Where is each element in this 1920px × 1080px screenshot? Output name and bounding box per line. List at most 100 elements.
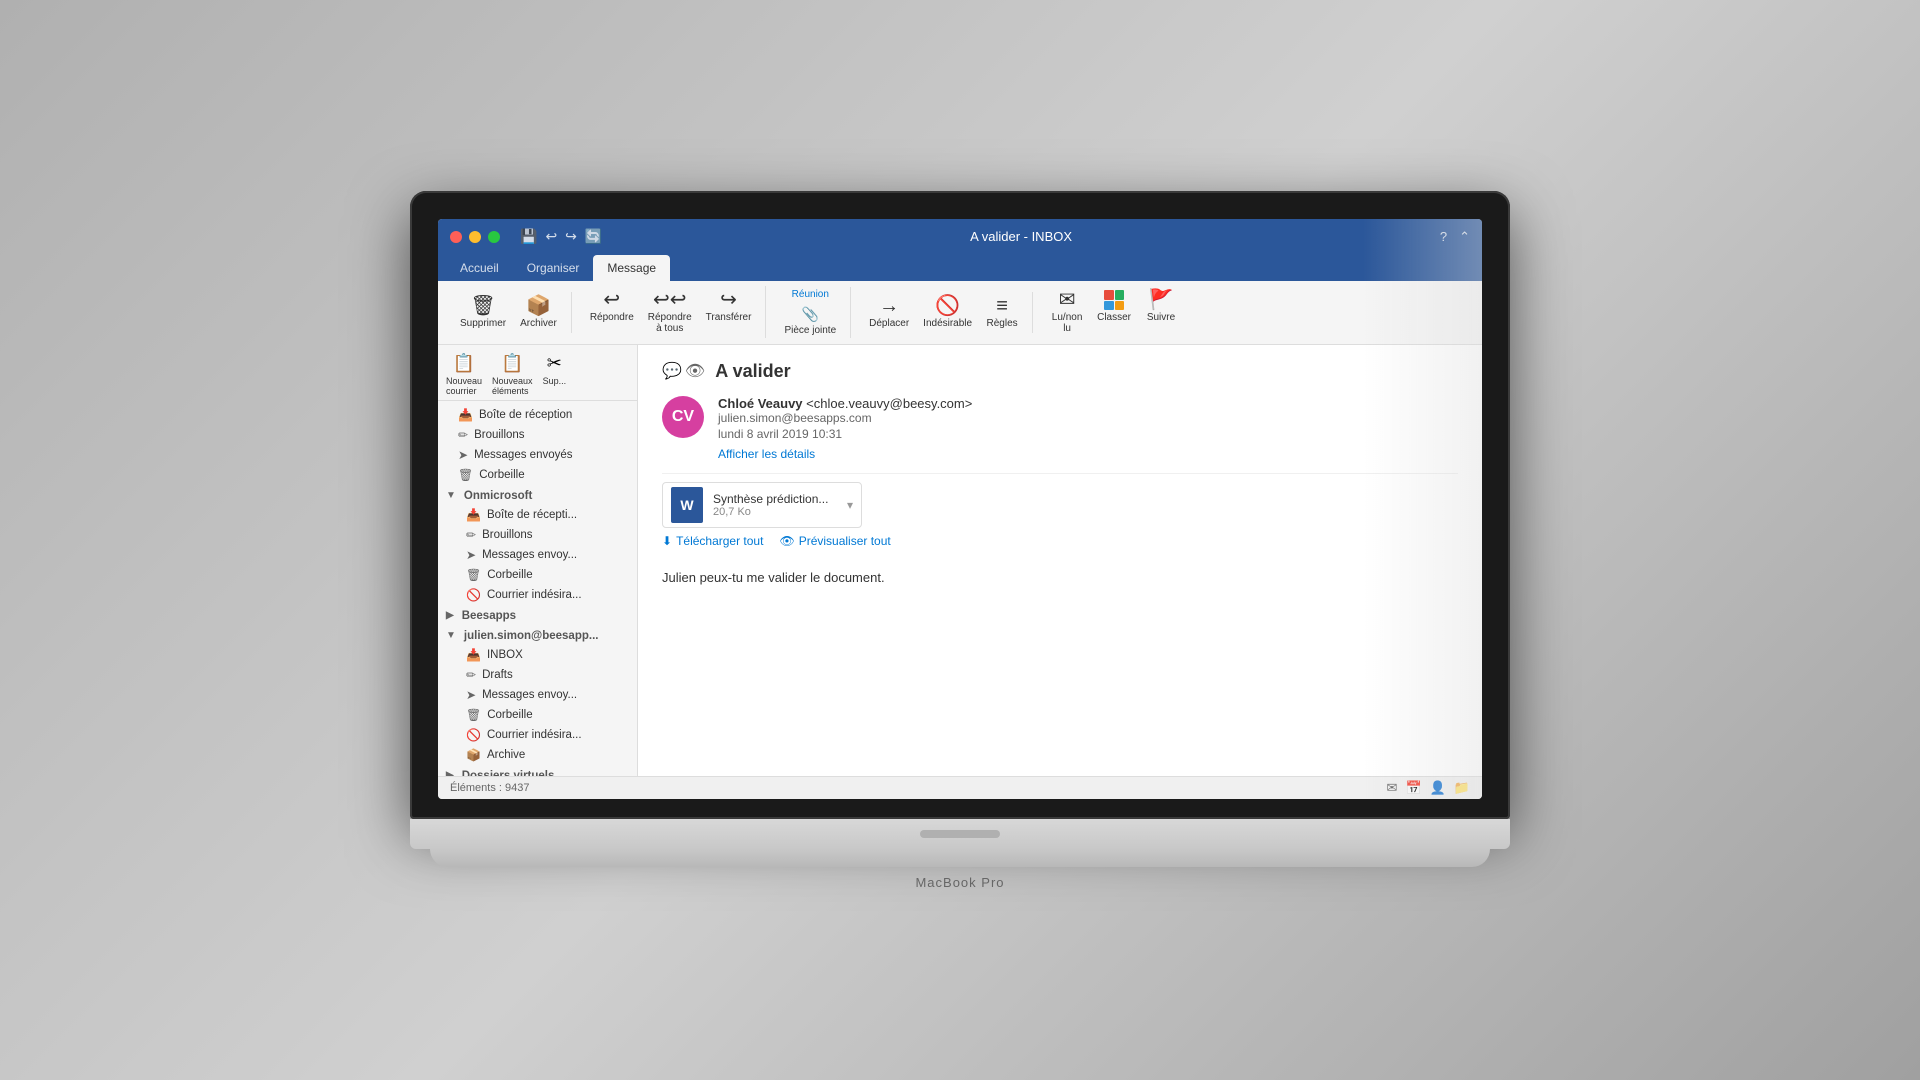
supprimer-label: Supprimer [460,318,506,329]
lu-non-lu-label: Lu/nonlu [1052,312,1083,334]
download-icon: ⬇ [662,534,672,548]
transferer-button[interactable]: ↪ Transférer [700,286,758,327]
reunion-label: Réunion [792,289,829,300]
sidebar-item-drafts[interactable]: ✏ Brouillons [438,425,637,445]
sidebar-item-trash-main[interactable]: 🗑 Corbeille [438,705,637,725]
attachment-item[interactable]: W Synthèse prédiction... 20,7 Ko ▾ [662,482,862,528]
sidebar-item-trash[interactable]: 🗑 Corbeille [438,465,637,485]
inbox-label: Boîte de réception [479,409,572,421]
archiver-label: Archiver [520,318,557,329]
calendar-status-icon[interactable]: 📅 [1405,780,1421,796]
attachment-chevron-icon[interactable]: ▾ [847,498,853,512]
minimize-button[interactable] [469,231,481,243]
repondre-button[interactable]: ↩ Répondre [584,286,640,327]
email-view: 💬 👁 A valider CV Chloé Veauvy < [638,345,1482,776]
collapse-icon[interactable]: ⌃ [1459,229,1470,245]
trash-icon: 🗑 [458,468,473,482]
sender-avatar: CV [662,396,704,438]
attachment-actions: ⬇ Télécharger tout 👁 Prévisualiser tout [662,534,1458,548]
sidebar-item-sent-main[interactable]: ➤ Messages envoy... [438,685,637,705]
sidebar-item-onm-drafts[interactable]: ✏ Brouillons [438,525,637,545]
lu-non-lu-button[interactable]: ✉ Lu/nonlu [1045,286,1089,338]
onm-sent-label: Messages envoy... [482,549,577,561]
onm-sent-icon: ➤ [466,548,476,562]
macbook-base [430,849,1490,867]
sidebar-btn-new-items[interactable]: 📋 Nouveauxéléments [492,353,533,396]
email-status-icons: 💬 👁 [662,361,705,381]
close-button[interactable] [450,231,462,243]
sidebar-item-onm-inbox[interactable]: 📥 Boîte de récepti... [438,505,637,525]
sidebar-item-inbox-main[interactable]: 📥 INBOX [438,645,637,665]
undo-icon[interactable]: ↩ [545,228,557,245]
inbox-icon: 📥 [458,408,473,422]
indesirable-button[interactable]: 🚫 Indésirable [917,292,978,333]
email-to: julien.simon@beesapps.com [718,411,1458,425]
title-bar: 💾 ↩ ↪ 🔄 A valider - INBOX ? ⌃ [438,219,1482,255]
sent-main-icon: ➤ [466,688,476,702]
reunion-button[interactable]: Réunion [778,287,842,302]
email-from: Chloé Veauvy <chloe.veauvy@beesy.com> [718,396,1458,411]
archiver-button[interactable]: 📦 Archiver [514,292,563,333]
beesapps-header[interactable]: ▶ Beesapps [438,607,637,625]
new-mail-icon: 📋 [453,353,475,374]
onm-trash-icon: 🗑 [466,568,481,582]
sidebar-btn-new-mail[interactable]: 📋 Nouveaucourrier [446,353,482,396]
sidebar-item-archive-main[interactable]: 📦 Archive [438,745,637,765]
title-bar-right: ? ⌃ [1440,229,1470,245]
unread-icon: 💬 [662,361,682,381]
new-items-label: Nouveauxéléments [492,376,533,396]
drafts-label: Brouillons [474,429,525,441]
mail-status-icon[interactable]: ✉ [1387,780,1398,796]
dossiers-header[interactable]: ▶ Dossiers virtuels [438,767,637,776]
sidebar-item-junk-main[interactable]: 🚫 Courrier indésira... [438,725,637,745]
contacts-status-icon[interactable]: 👤 [1430,780,1446,796]
repondre-tous-label: Répondreà tous [648,312,692,334]
drafts-main-label: Drafts [482,669,513,681]
redo-icon[interactable]: ↪ [565,228,577,245]
details-link[interactable]: Afficher les détails [718,447,815,461]
sidebar-btn-sup[interactable]: ✂ Sup... [543,353,567,396]
tab-organiser[interactable]: Organiser [513,255,594,281]
download-all-button[interactable]: ⬇ Télécharger tout [662,534,763,548]
beesapps-label: Beesapps [462,610,516,622]
ribbon-group-tags: ✉ Lu/nonlu Classer [1037,286,1191,338]
julien-header[interactable]: ▼ julien.simon@beesapp... [438,627,637,645]
rules-icon: ≡ [996,296,1008,316]
sidebar-item-onm-trash[interactable]: 🗑 Corbeille [438,565,637,585]
email-header: CV Chloé Veauvy <chloe.veauvy@beesy.com>… [662,396,1458,463]
sidebar-item-onm-junk[interactable]: 🚫 Courrier indésira... [438,585,637,605]
suivre-button[interactable]: 🚩 Suivre [1139,286,1183,327]
status-bar: Éléments : 9437 ✉ 📅 👤 📁 [438,776,1482,799]
trash-label: Corbeille [479,469,524,481]
junk-main-label: Courrier indésira... [487,729,582,741]
maximize-button[interactable] [488,231,500,243]
save-icon[interactable]: 💾 [520,228,537,245]
sidebar-item-drafts-main[interactable]: ✏ Drafts [438,665,637,685]
supprimer-button[interactable]: 🗑 Supprimer [454,292,512,333]
preview-all-button[interactable]: 👁 Prévisualiser tout [779,534,890,548]
sidebar-item-inbox[interactable]: 📥 Boîte de réception [438,405,637,425]
regles-button[interactable]: ≡ Règles [980,292,1024,333]
tasks-status-icon[interactable]: 📁 [1454,780,1470,796]
macbook-label: MacBook Pro [410,875,1510,890]
tab-message[interactable]: Message [593,255,670,281]
tab-accueil[interactable]: Accueil [446,255,513,281]
repondre-tous-button[interactable]: ↩↩ Répondreà tous [642,286,698,338]
default-folders: 📥 Boîte de réception ✏ Brouillons ➤ Mess… [438,405,637,485]
deplacer-button[interactable]: → Déplacer [863,292,915,333]
sidebar-item-onm-sent[interactable]: ➤ Messages envoy... [438,545,637,565]
ribbon: 🗑 Supprimer 📦 Archiver ↩ Répondre [438,281,1482,345]
email-date: lundi 8 avril 2019 10:31 [718,427,1458,441]
piece-jointe-button[interactable]: 📎 Pièce jointe [778,304,842,338]
sidebar-item-sent[interactable]: ➤ Messages envoyés [438,445,637,465]
onmicrosoft-header[interactable]: ▼ Onmicrosoft [438,487,637,505]
preview-icon: 👁 [685,361,705,381]
classer-button[interactable]: Classer [1091,286,1137,327]
sync-icon[interactable]: 🔄 [585,228,602,245]
preview-all-label: Prévisualiser tout [799,534,891,548]
attachment-icon: 📎 [802,306,819,323]
help-icon[interactable]: ? [1440,229,1447,245]
new-items-icon: 📋 [501,353,523,374]
sent-label: Messages envoyés [474,449,572,461]
new-mail-label: Nouveaucourrier [446,376,482,396]
